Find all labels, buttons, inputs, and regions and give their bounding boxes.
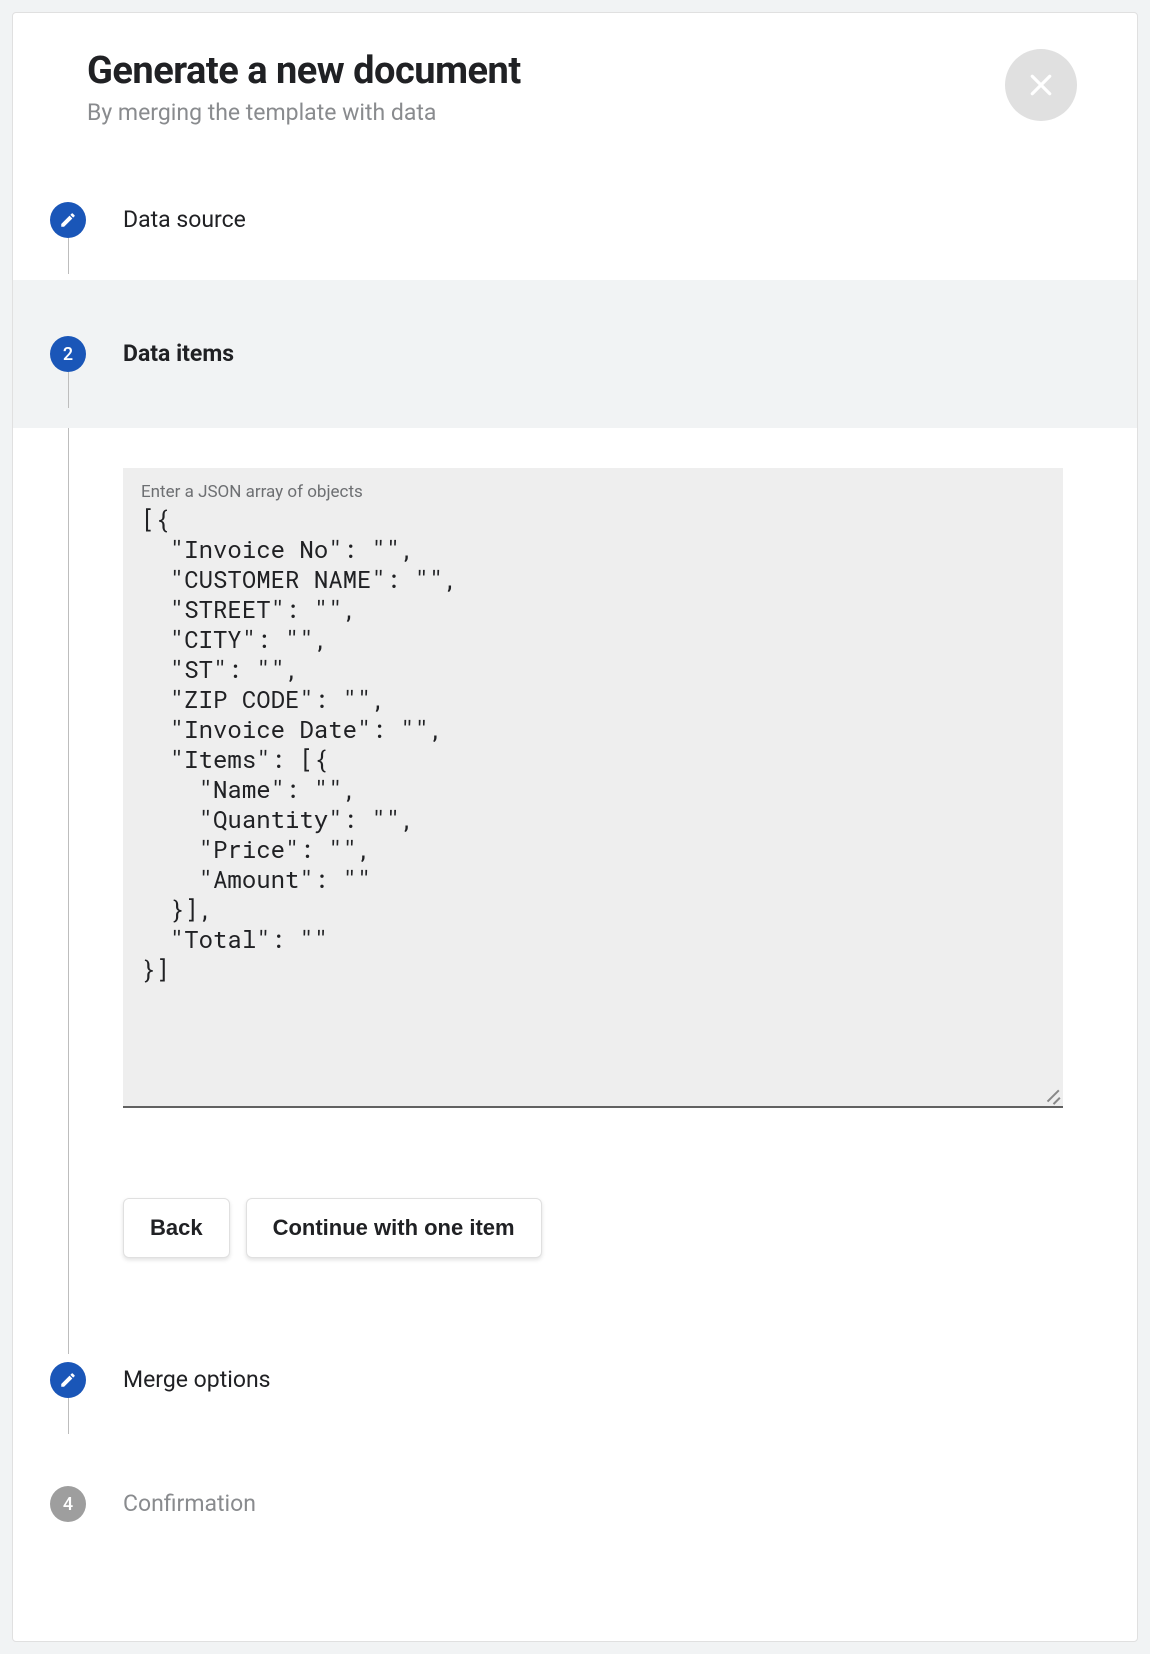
step-data-items-content: Enter a JSON array of objects [{ "Invoic… — [13, 428, 1137, 1318]
generate-document-dialog: Generate a new document By merging the t… — [12, 12, 1138, 1642]
close-icon — [1026, 70, 1056, 100]
step-label: Data items — [123, 336, 1097, 372]
json-input-value: [{ "Invoice No": "", "CUSTOMER NAME": ""… — [141, 504, 1045, 984]
continue-button[interactable]: Continue with one item — [246, 1198, 542, 1258]
dialog-header: Generate a new document By merging the t… — [13, 13, 1137, 154]
step-label: Merge options — [123, 1362, 1097, 1398]
step-confirmation: 4 Confirmation — [13, 1456, 1137, 1562]
close-button[interactable] — [1005, 49, 1077, 121]
step-label: Data source — [123, 202, 1097, 238]
resize-handle-icon[interactable] — [1041, 1084, 1059, 1102]
pencil-icon — [59, 211, 77, 229]
step-indicator-number: 2 — [50, 336, 86, 372]
back-button[interactable]: Back — [123, 1198, 230, 1258]
button-row: Back Continue with one item — [123, 1198, 1097, 1258]
step-indicator-edit — [50, 202, 86, 238]
step-label: Confirmation — [123, 1486, 1097, 1522]
json-input-label: Enter a JSON array of objects — [141, 482, 1045, 502]
step-indicator-edit — [50, 1362, 86, 1398]
json-input[interactable]: Enter a JSON array of objects [{ "Invoic… — [123, 468, 1063, 1108]
step-merge-options[interactable]: Merge options — [13, 1318, 1137, 1456]
step-data-items: 2 Data items — [13, 280, 1137, 428]
dialog-subtitle: By merging the template with data — [87, 99, 521, 126]
step-data-source[interactable]: Data source — [13, 154, 1137, 280]
dialog-title: Generate a new document — [87, 49, 521, 93]
stepper: Data source 2 Data items Enter a JSON ar… — [13, 154, 1137, 1562]
pencil-icon — [59, 1371, 77, 1389]
step-indicator-number: 4 — [50, 1486, 86, 1522]
